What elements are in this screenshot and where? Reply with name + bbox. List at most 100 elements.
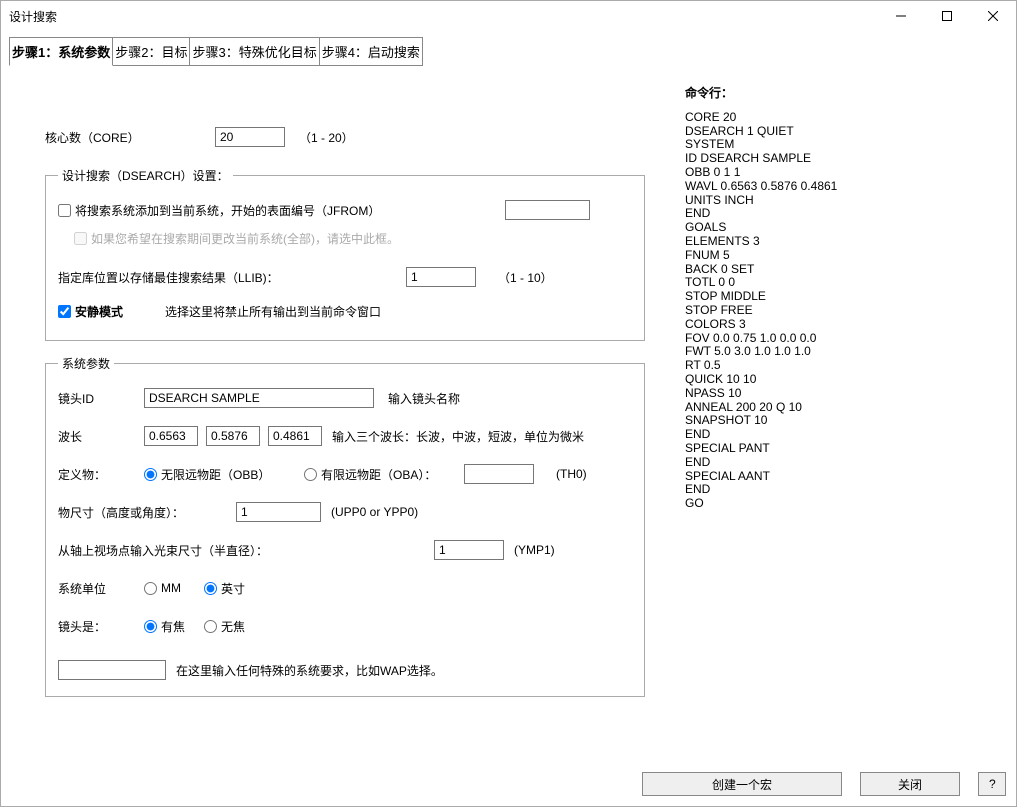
oba-text: 有限远物距（OBA）：	[321, 466, 436, 483]
tab-step3[interactable]: 步骤3：特殊优化目标	[189, 37, 319, 66]
wavl-row: 波长 输入三个波长：长波，中波，短波，单位为微米	[58, 424, 632, 448]
obb-radio-label[interactable]: 无限远物距（OBB）	[144, 466, 304, 483]
command-line: OBB 0 1 1	[685, 166, 1006, 180]
objsize-row: 物尺寸（高度或角度）： (UPP0 or YPP0)	[58, 500, 632, 524]
wavl3-input[interactable]	[268, 426, 322, 446]
create-macro-button[interactable]: 创建一个宏	[642, 772, 842, 796]
units-inch-radio[interactable]	[204, 582, 217, 595]
jfrom-sub-hint: 如果您希望在搜索期间更改当前系统(全部)，请选中此框。	[91, 230, 399, 247]
command-line: END	[685, 483, 1006, 497]
command-line: SNAPSHOT 10	[685, 414, 1006, 428]
core-hint: （1 - 20）	[299, 129, 354, 146]
jfrom-input[interactable]	[505, 200, 590, 220]
command-line: SPECIAL PANT	[685, 442, 1006, 456]
sysparams-fieldset: 系统参数 镜头ID 输入镜头名称 波长 输入三个波长：长波，中波，短波，单位为微…	[45, 355, 645, 697]
lensid-hint: 输入镜头名称	[388, 390, 460, 407]
command-line: SYSTEM	[685, 138, 1006, 152]
wavl-label: 波长	[58, 428, 144, 445]
quiet-label: 安静模式	[75, 303, 165, 320]
focal-label[interactable]: 有焦	[144, 618, 204, 635]
units-label: 系统单位	[58, 580, 144, 597]
help-button[interactable]: ?	[978, 772, 1006, 796]
dsearch-fieldset: 设计搜索（DSEARCH）设置： 将搜索系统添加到当前系统，开始的表面编号（JF…	[45, 167, 645, 341]
close-button[interactable]	[970, 1, 1016, 31]
main-panel: 核心数（CORE） （1 - 20） 设计搜索（DSEARCH）设置： 将搜索系…	[1, 67, 671, 764]
objdef-row: 定义物： 无限远物距（OBB） 有限远物距（OBA）： (TH0)	[58, 462, 632, 486]
minimize-icon	[896, 11, 906, 21]
core-input[interactable]	[215, 127, 285, 147]
afocal-text: 无焦	[221, 618, 245, 635]
close-icon	[988, 11, 998, 21]
command-line: STOP MIDDLE	[685, 290, 1006, 304]
oba-radio[interactable]	[304, 468, 317, 481]
objsize-label: 物尺寸（高度或角度）：	[58, 504, 236, 521]
objsize-input[interactable]	[236, 502, 321, 522]
core-row: 核心数（CORE） （1 - 20）	[45, 125, 663, 149]
footer: 创建一个宏 关闭 ?	[1, 762, 1016, 806]
ymp1-input[interactable]	[434, 540, 504, 560]
command-line: TOTL 0 0	[685, 276, 1006, 290]
wavl-hint: 输入三个波长：长波，中波，短波，单位为微米	[332, 428, 584, 445]
command-title: 命令行：	[685, 87, 1006, 101]
lensid-input[interactable]	[144, 388, 374, 408]
units-row: 系统单位 MM 英寸	[58, 576, 632, 600]
maximize-button[interactable]	[924, 1, 970, 31]
units-mm-label[interactable]: MM	[144, 581, 204, 595]
objdef-label: 定义物：	[58, 466, 144, 483]
llib-row: 指定库位置以存储最佳搜索结果（LLIB)： （1 - 10）	[58, 265, 632, 289]
focal-radio[interactable]	[144, 620, 157, 633]
command-line: NPASS 10	[685, 387, 1006, 401]
quiet-row: 安静模式 选择这里将禁止所有输出到当前命令窗口	[58, 303, 632, 320]
command-line: ELEMENTS 3	[685, 235, 1006, 249]
command-line: ID DSEARCH SAMPLE	[685, 152, 1006, 166]
jfrom-sub-row: 如果您希望在搜索期间更改当前系统(全部)，请选中此框。	[74, 230, 632, 247]
focal-text: 有焦	[161, 618, 185, 635]
command-line: RT 0.5	[685, 359, 1006, 373]
command-panel: 命令行： CORE 20DSEARCH 1 QUIETSYSTEMID DSEA…	[671, 67, 1016, 764]
th0-input[interactable]	[464, 464, 534, 484]
sysparams-legend: 系统参数	[58, 355, 114, 372]
afocal-label[interactable]: 无焦	[204, 618, 245, 635]
command-line: END	[685, 207, 1006, 221]
command-line: COLORS 3	[685, 318, 1006, 332]
units-mm-text: MM	[161, 581, 181, 595]
tab-step4[interactable]: 步骤4：启动搜索	[319, 37, 423, 66]
obb-radio[interactable]	[144, 468, 157, 481]
th0-hint: (TH0)	[556, 467, 587, 481]
lensis-row: 镜头是： 有焦 无焦	[58, 614, 632, 638]
command-line: CORE 20	[685, 111, 1006, 125]
quiet-checkbox[interactable]	[58, 305, 71, 318]
command-line: DSEARCH 1 QUIET	[685, 125, 1006, 139]
units-mm-radio[interactable]	[144, 582, 157, 595]
command-line: ANNEAL 200 20 Q 10	[685, 401, 1006, 415]
jfrom-checkbox[interactable]	[58, 204, 71, 217]
tab-step1[interactable]: 步骤1：系统参数	[9, 37, 113, 66]
special-input[interactable]	[58, 660, 166, 680]
window-controls	[878, 1, 1016, 31]
tab-bar: 步骤1：系统参数 步骤2：目标 步骤3：特殊优化目标 步骤4：启动搜索	[1, 31, 1016, 67]
command-line: BACK 0 SET	[685, 263, 1006, 277]
llib-input[interactable]	[406, 267, 476, 287]
lensid-row: 镜头ID 输入镜头名称	[58, 386, 632, 410]
command-line: GO	[685, 497, 1006, 511]
obb-text: 无限远物距（OBB）	[161, 466, 270, 483]
jfrom-sub-checkbox	[74, 232, 87, 245]
minimize-button[interactable]	[878, 1, 924, 31]
units-inch-label[interactable]: 英寸	[204, 580, 245, 597]
tab-step2[interactable]: 步骤2：目标	[112, 37, 190, 66]
wavl1-input[interactable]	[144, 426, 198, 446]
wavl2-input[interactable]	[206, 426, 260, 446]
window-title: 设计搜索	[9, 8, 57, 25]
command-line: END	[685, 456, 1006, 470]
afocal-radio[interactable]	[204, 620, 217, 633]
close-dialog-button[interactable]: 关闭	[860, 772, 960, 796]
maximize-icon	[942, 11, 952, 21]
command-line: STOP FREE	[685, 304, 1006, 318]
command-line: GOALS	[685, 221, 1006, 235]
ymp1-label: 从轴上视场点输入光束尺寸（半直径）：	[58, 542, 434, 559]
oba-radio-label[interactable]: 有限远物距（OBA）：	[304, 466, 464, 483]
objsize-hint: (UPP0 or YPP0)	[331, 505, 418, 519]
command-line: UNITS INCH	[685, 194, 1006, 208]
lensid-label: 镜头ID	[58, 390, 144, 407]
command-line: FWT 5.0 3.0 1.0 1.0 1.0	[685, 345, 1006, 359]
